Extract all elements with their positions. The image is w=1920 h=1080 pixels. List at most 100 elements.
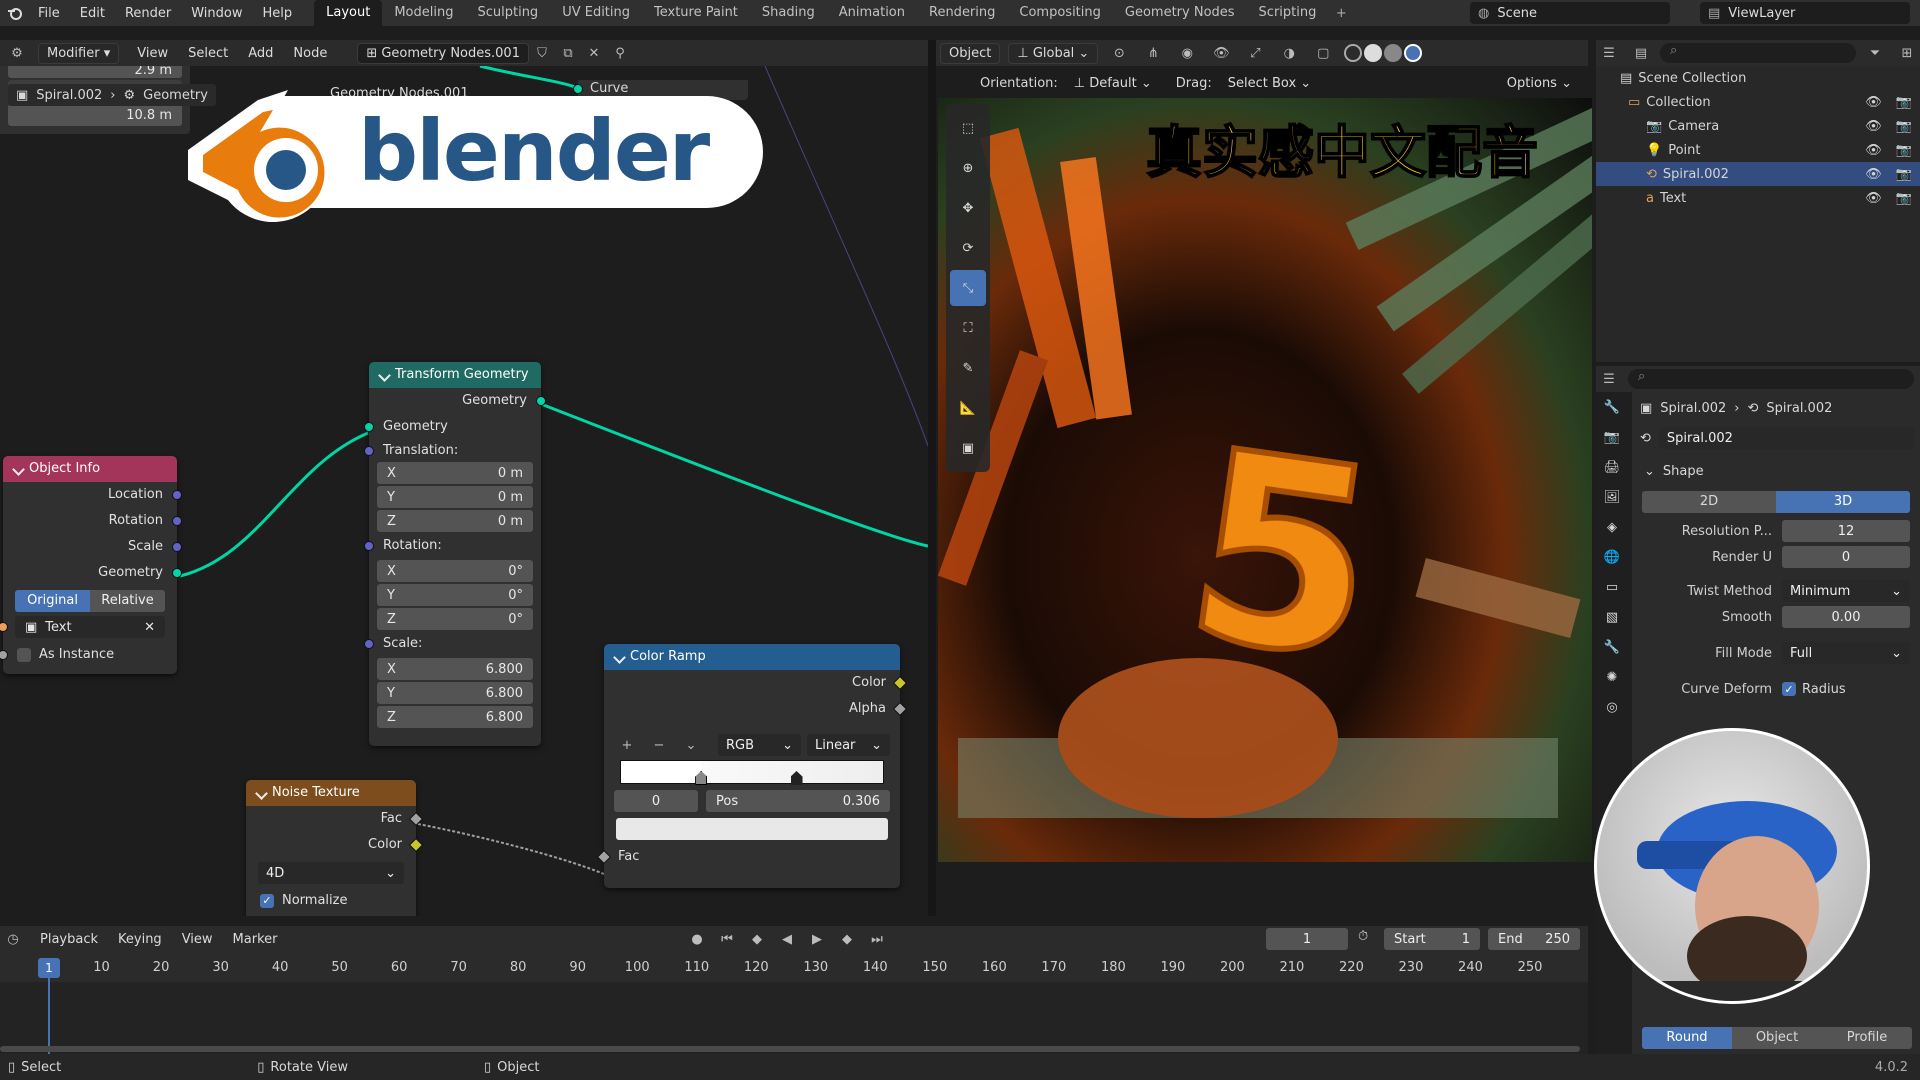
snap-icon[interactable]: ⋔ xyxy=(1140,42,1166,64)
move-tool-icon[interactable]: ✥ xyxy=(950,190,986,226)
translation-z[interactable]: Z 0 m xyxy=(377,510,533,532)
physics-tab-icon[interactable]: ◎ xyxy=(1596,692,1628,722)
jump-start-icon[interactable]: ⏮ xyxy=(714,928,740,950)
color-ramp-gradient[interactable] xyxy=(620,760,884,785)
outliner-root[interactable]: ▤ Scene Collection xyxy=(1596,66,1920,90)
render-toggle-icon[interactable]: 📷 xyxy=(1896,119,1912,134)
scene-selector[interactable]: ◍ Scene xyxy=(1470,2,1670,24)
playhead-marker[interactable]: 1 xyxy=(38,958,60,978)
dim-z[interactable]: 10.8 m xyxy=(8,104,182,126)
scale-x[interactable]: X 6.800 xyxy=(377,658,533,680)
smooth-field[interactable]: 0.00 xyxy=(1782,606,1910,628)
dim-3d-button[interactable]: 3D xyxy=(1776,491,1910,513)
particles-tab-icon[interactable]: ✺ xyxy=(1596,662,1628,692)
tab-texture-paint[interactable]: Texture Paint xyxy=(642,0,750,26)
as-instance-checkbox[interactable] xyxy=(17,648,31,662)
object-field[interactable]: ▣ Text ✕ xyxy=(0,616,165,638)
stop-color-swatch[interactable] xyxy=(616,818,888,840)
dim-2d-button[interactable]: 2D xyxy=(1642,491,1776,513)
translation-socket[interactable] xyxy=(364,446,374,456)
editor-type-dropdown[interactable]: Modifier ▾ xyxy=(38,42,120,64)
gizmo-icon[interactable]: ⤢ xyxy=(1242,42,1268,64)
breadcrumb-object[interactable]: Spiral.002 xyxy=(36,88,102,103)
rotation-out-socket[interactable] xyxy=(172,516,182,526)
start-frame-field[interactable]: Start 1 xyxy=(1384,928,1480,950)
scale-tool-icon[interactable]: ⤡ xyxy=(950,270,986,306)
editor-divider[interactable] xyxy=(928,40,936,916)
interpolation-dropdown[interactable]: Linear ⌄ xyxy=(807,734,890,756)
twist-method-dropdown[interactable]: Minimum ⌄ xyxy=(1782,580,1910,602)
render-toggle-icon[interactable]: 📷 xyxy=(1896,167,1912,182)
annotate-tool-icon[interactable]: ✎ xyxy=(950,350,986,386)
properties-editor-icon[interactable]: ☰ xyxy=(1596,368,1622,390)
world-tab-icon[interactable]: 🌐 xyxy=(1596,542,1628,572)
rotation-z[interactable]: Z 0° xyxy=(377,608,533,630)
as-instance-socket[interactable] xyxy=(0,650,8,660)
bevel-profile-tab[interactable]: Profile xyxy=(1822,1027,1912,1049)
tab-shading[interactable]: Shading xyxy=(750,0,827,26)
ramp-menu-icon[interactable]: ⌄ xyxy=(678,734,704,756)
color-mode-dropdown[interactable]: RGB ⌄ xyxy=(718,734,801,756)
node-tree-selector[interactable]: ⊞ Geometry Nodes.001 xyxy=(357,42,529,64)
rotation-y[interactable]: Y 0° xyxy=(377,584,533,606)
viewport-render[interactable]: 5 ⬚ ⊕ ✥ ⟳ ⤡ ⛶ ✎ 📐 ▣ 真实感中文配音 ✓ xyxy=(938,98,1592,862)
outliner-item-point[interactable]: 💡 Point 👁 📷 xyxy=(1596,138,1920,162)
transform-in-geometry-socket[interactable] xyxy=(364,422,374,432)
new-collection-icon[interactable]: ⊞ xyxy=(1894,42,1920,64)
output-tab-icon[interactable]: 🖨 xyxy=(1596,452,1628,482)
node-menu-node[interactable]: Node xyxy=(283,46,337,61)
clear-icon[interactable]: ✕ xyxy=(144,620,155,635)
timeline-ruler[interactable]: 10 20 30 40 50 60 70 80 90 100 110 120 130 140 150 160 1… xyxy=(0,952,1588,982)
ramp-stop[interactable] xyxy=(790,771,803,785)
wireframe-shading-icon[interactable] xyxy=(1344,44,1363,62)
remove-stop-icon[interactable]: − xyxy=(646,734,672,756)
proportional-icon[interactable]: ◉ xyxy=(1174,42,1200,64)
tab-geometry-nodes[interactable]: Geometry Nodes xyxy=(1113,0,1247,26)
overlay-icon[interactable]: ◑ xyxy=(1276,42,1302,64)
tab-animation[interactable]: Animation xyxy=(827,0,917,26)
add-workspace-icon[interactable]: + xyxy=(1328,2,1354,24)
timeline-menu-marker[interactable]: Marker xyxy=(223,932,288,947)
transform-geometry-node[interactable]: Transform Geometry Geometry Geometry Tra… xyxy=(364,362,546,746)
tab-layout[interactable]: Layout xyxy=(314,0,383,26)
eye-icon[interactable]: 👁 xyxy=(1865,167,1882,182)
noise-dimensions-dropdown[interactable]: 4D ⌄ xyxy=(258,862,404,884)
measure-tool-icon[interactable]: 📐 xyxy=(950,390,986,426)
fake-user-icon[interactable]: ⛉ xyxy=(529,42,555,64)
menu-file[interactable]: File xyxy=(28,6,70,21)
rotate-tool-icon[interactable]: ⟳ xyxy=(950,230,986,266)
scale-socket[interactable] xyxy=(364,639,374,649)
play-icon[interactable]: ▶ xyxy=(804,928,830,950)
node-editor-canvas[interactable]: 2.9 m 2 m 10.8 m ▣ Spiral.002 › ⚙ Geomet… xyxy=(0,66,928,916)
data-block-field[interactable]: Spiral.002 xyxy=(1658,427,1914,449)
fill-mode-dropdown[interactable]: Full ⌄ xyxy=(1782,642,1910,664)
outliner-editor-icon[interactable]: ☰ xyxy=(1596,42,1622,64)
transform-out-geometry-socket[interactable] xyxy=(536,396,546,406)
timeline-scrollbar[interactable] xyxy=(0,1046,1580,1052)
cursor-tool-icon[interactable]: ⊕ xyxy=(950,150,986,186)
object-info-header[interactable]: Object Info xyxy=(3,456,177,482)
menu-render[interactable]: Render xyxy=(115,6,181,21)
dim-x[interactable]: 2.9 m xyxy=(8,66,182,78)
timeline-menu-playback[interactable]: Playback xyxy=(30,932,108,947)
bevel-round-tab[interactable]: Round xyxy=(1642,1027,1732,1049)
current-frame-field[interactable]: 1 xyxy=(1266,928,1348,950)
eye-icon[interactable]: 👁 xyxy=(1865,143,1882,158)
jump-keyframe-forward-icon[interactable]: ◆ xyxy=(834,928,860,950)
transform-orientation-dropdown[interactable]: ⊥ Global ⌄ xyxy=(1008,42,1099,64)
menu-edit[interactable]: Edit xyxy=(70,6,115,21)
color-ramp-node[interactable]: Color Ramp Color Alpha + − ⌄ RGB ⌄ Linear… xyxy=(596,644,908,888)
pivot-icon[interactable]: ⊙ xyxy=(1106,42,1132,64)
tool-tab-icon[interactable]: 🔧 xyxy=(1596,392,1628,422)
scene-tab-icon[interactable]: ◈ xyxy=(1596,512,1628,542)
pin-icon[interactable]: ⚲ xyxy=(607,42,633,64)
orientation-default-dropdown[interactable]: ⊥ Default ⌄ xyxy=(1066,74,1160,93)
record-icon[interactable]: ● xyxy=(684,928,710,950)
jump-keyframe-back-icon[interactable]: ◆ xyxy=(744,928,770,950)
noise-texture-header[interactable]: Noise Texture xyxy=(246,780,416,806)
tab-rendering[interactable]: Rendering xyxy=(917,0,1007,26)
translation-y[interactable]: Y 0 m xyxy=(377,486,533,508)
node-menu-add[interactable]: Add xyxy=(238,46,283,61)
radius-checkbox[interactable]: ✓ xyxy=(1782,682,1796,696)
node-menu-view[interactable]: View xyxy=(127,46,178,61)
